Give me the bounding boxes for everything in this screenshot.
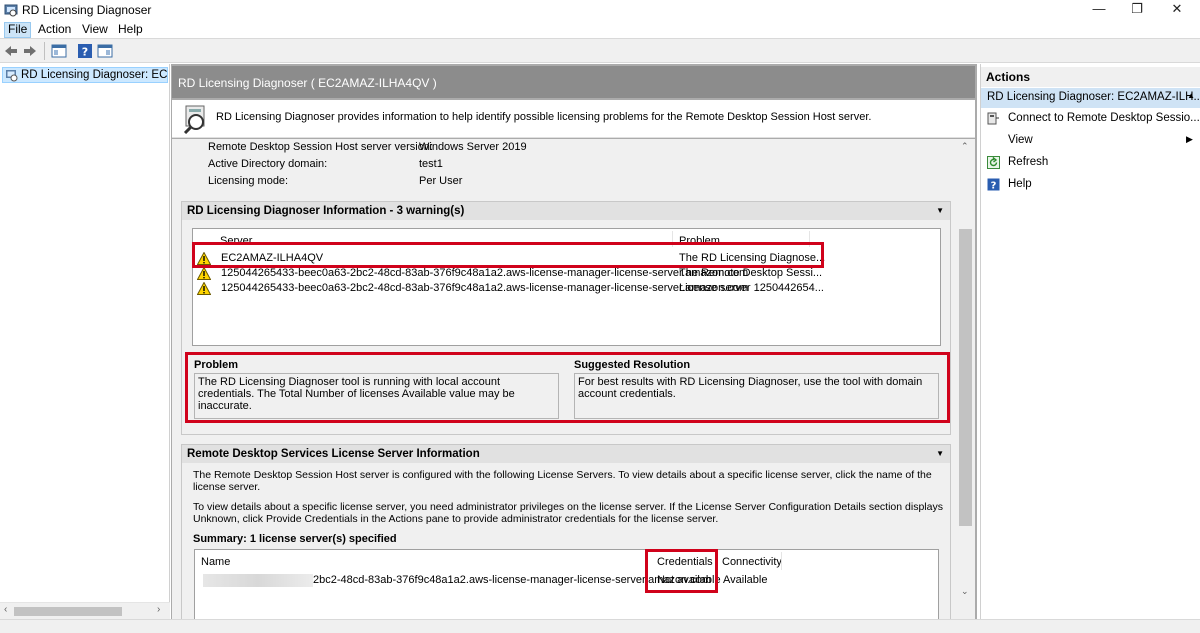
minimize-button[interactable]: —: [1082, 0, 1116, 20]
collapse-arrow-icon[interactable]: ▼: [936, 202, 944, 220]
license-server-text-2: To view details about a specific license…: [193, 501, 943, 525]
diagnoser-large-icon: [183, 105, 205, 134]
title-bar: RD Licensing Diagnoser — ❐ ✕: [0, 0, 1200, 21]
result-pane-title: RD Licensing Diagnoser ( EC2AMAZ-ILHA4QV…: [178, 76, 437, 90]
scroll-left-icon[interactable]: ‹: [4, 604, 7, 615]
window-title: RD Licensing Diagnoser: [22, 3, 152, 17]
menu-bar: File Action View Help: [0, 21, 1200, 38]
license-server-info-title: Remote Desktop Services License Server I…: [187, 448, 480, 460]
refresh-icon: [987, 156, 1000, 169]
submenu-arrow-icon: ▶: [1186, 134, 1193, 144]
toolbar: ?: [0, 38, 1200, 63]
session-host-version-value: Windows Server 2019: [419, 141, 527, 153]
action-connect[interactable]: Connect to Remote Desktop Sessio...: [981, 109, 1200, 129]
redacted-block: [203, 574, 313, 587]
warning-row[interactable]: 125044265433-beec0a63-2bc2-48cd-83ab-376…: [195, 267, 935, 282]
show-hide-console-tree-icon[interactable]: [51, 43, 67, 59]
warning-server: 125044265433-beec0a63-2bc2-48cd-83ab-376…: [221, 282, 749, 294]
menu-help[interactable]: Help: [115, 22, 146, 38]
license-server-summary: Summary: 1 license server(s) specified: [193, 533, 397, 545]
license-server-info-section: Remote Desktop Services License Server I…: [181, 444, 951, 619]
menu-action[interactable]: Action: [35, 22, 74, 38]
console-tree: RD Licensing Diagnoser: EC2AMAZ-ILHA4QV …: [0, 64, 170, 619]
warning-problem: License server 1250442654...: [679, 282, 824, 294]
column-divider: [781, 552, 782, 570]
licensing-mode-label: Licensing mode:: [208, 175, 289, 187]
back-arrow-icon[interactable]: [3, 43, 19, 59]
menu-file[interactable]: File: [4, 22, 32, 38]
content-vertical-scrollbar[interactable]: ⌃ ⌄: [957, 139, 974, 601]
action-connect-label: Connect to Remote Desktop Sessio...: [1008, 112, 1200, 124]
actions-subheader[interactable]: RD Licensing Diagnoser: EC2AMAZ-ILH... ▲: [981, 88, 1200, 108]
scroll-thumb[interactable]: [14, 607, 122, 616]
collapse-arrow-icon[interactable]: ▼: [936, 445, 944, 463]
actions-header: Actions: [981, 67, 1200, 87]
description-panel: RD Licensing Diagnoser provides informat…: [172, 100, 975, 138]
action-view[interactable]: View ▶: [981, 131, 1200, 151]
show-hide-action-pane-icon[interactable]: [97, 43, 113, 59]
action-refresh-label: Refresh: [1008, 156, 1049, 168]
tree-node-rd-licensing-diagnoser[interactable]: RD Licensing Diagnoser: EC2AMAZ-ILHA4QV: [2, 67, 168, 83]
action-help[interactable]: ? Help: [981, 175, 1200, 195]
collapse-up-icon[interactable]: ▲: [1187, 91, 1195, 100]
warning-server: 125044265433-beec0a63-2bc2-48cd-83ab-376…: [221, 267, 749, 279]
result-pane: RD Licensing Diagnoser ( EC2AMAZ-ILHA4QV…: [171, 64, 977, 619]
forward-arrow-icon[interactable]: [22, 43, 38, 59]
license-server-info-header[interactable]: Remote Desktop Services License Server I…: [182, 445, 950, 463]
ad-domain-label: Active Directory domain:: [208, 158, 328, 170]
warning-icon: [197, 282, 211, 295]
license-server-text-1: The Remote Desktop Session Host server i…: [193, 469, 932, 493]
scroll-right-icon[interactable]: ›: [157, 604, 160, 615]
action-refresh[interactable]: Refresh: [981, 153, 1200, 173]
diagnoser-info-header[interactable]: RD Licensing Diagnoser Information - 3 w…: [182, 202, 950, 220]
svg-text:?: ?: [991, 181, 997, 192]
help-icon: ?: [987, 178, 1000, 191]
toolbar-separator: [44, 42, 45, 60]
description-text: RD Licensing Diagnoser provides informat…: [216, 111, 872, 123]
connect-icon: [987, 112, 999, 125]
scroll-down-icon[interactable]: ⌄: [961, 586, 969, 597]
content-area: Remote Desktop Session Host server versi…: [172, 139, 975, 619]
menu-view[interactable]: View: [79, 22, 111, 38]
session-host-version-label: Remote Desktop Session Host server versi…: [208, 141, 433, 153]
warning-icon: [197, 267, 211, 280]
warning-row[interactable]: 125044265433-beec0a63-2bc2-48cd-83ab-376…: [195, 282, 935, 297]
actions-pane: Actions RD Licensing Diagnoser: EC2AMAZ-…: [980, 64, 1200, 619]
ad-domain-value: test1: [419, 158, 443, 170]
app-icon: [4, 4, 18, 17]
diagnoser-icon: [6, 70, 18, 82]
highlight-box: [192, 242, 824, 268]
diagnoser-info-title: RD Licensing Diagnoser Information - 3 w…: [187, 205, 465, 217]
action-help-label: Help: [1008, 178, 1032, 190]
scroll-thumb[interactable]: [959, 229, 972, 526]
scroll-up-icon[interactable]: ⌃: [961, 141, 969, 152]
column-header-name[interactable]: Name: [201, 556, 230, 568]
status-bar: [0, 619, 1200, 633]
license-server-row[interactable]: 2bc2-48cd-83ab-376f9c48a1a2.aws-license-…: [197, 574, 897, 589]
restore-button[interactable]: ❐: [1120, 0, 1154, 20]
actions-subheader-label: RD Licensing Diagnoser: EC2AMAZ-ILH...: [987, 91, 1200, 103]
highlight-box: [645, 549, 718, 593]
tree-node-label: RD Licensing Diagnoser: EC2AMAZ-ILHA4QV: [21, 69, 168, 81]
diagnoser-info-section: RD Licensing Diagnoser Information - 3 w…: [181, 201, 951, 435]
close-button[interactable]: ✕: [1160, 0, 1194, 20]
warning-problem: The Remote Desktop Sessi...: [679, 267, 823, 279]
license-server-connectivity: Available: [723, 574, 768, 586]
action-view-label: View: [1008, 134, 1033, 146]
licensing-mode-value: Per User: [419, 175, 463, 187]
result-pane-header: RD Licensing Diagnoser ( EC2AMAZ-ILHA4QV…: [172, 66, 975, 98]
highlight-box: [185, 352, 950, 423]
help-icon[interactable]: ?: [77, 43, 93, 59]
tree-horizontal-scrollbar[interactable]: ‹ ›: [0, 602, 170, 619]
license-server-list: Name Credentials Connectivity 2bc2-48cd-…: [194, 549, 939, 619]
svg-text:?: ?: [82, 46, 88, 59]
column-header-connectivity[interactable]: Connectivity: [722, 556, 782, 568]
